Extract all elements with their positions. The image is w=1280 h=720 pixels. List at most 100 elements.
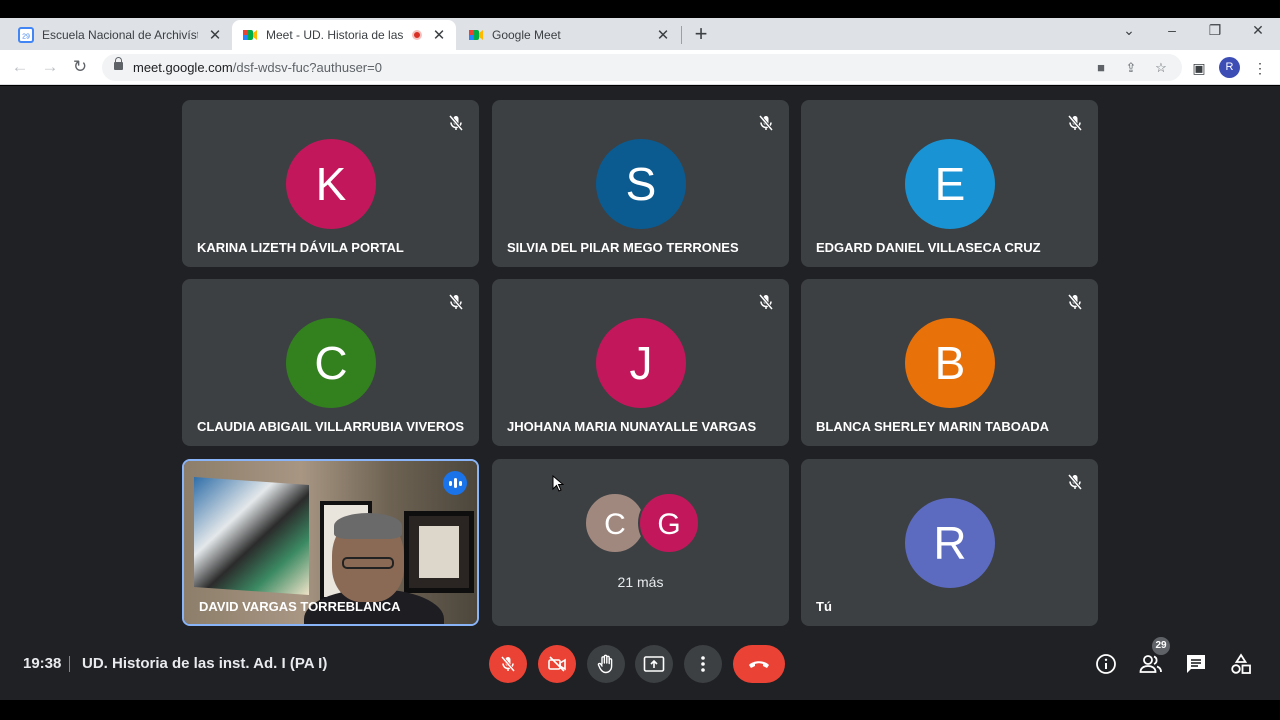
- divider: [69, 656, 70, 672]
- avatar: R: [905, 498, 995, 588]
- mouse-cursor-icon: [552, 475, 564, 492]
- camera-icon[interactable]: ■: [1092, 59, 1110, 77]
- camera-off-icon: [548, 656, 566, 672]
- tab-google-meet[interactable]: Google Meet ✕: [458, 20, 680, 50]
- meet-logo-icon: [468, 27, 484, 43]
- more-participants-label: 21 más: [617, 574, 664, 590]
- profile-avatar[interactable]: R: [1219, 57, 1240, 78]
- hang-up-icon: [749, 661, 769, 668]
- speaking-indicator-icon: [443, 471, 467, 495]
- letterbox-top: [0, 0, 1280, 18]
- mic-off-icon: [500, 656, 516, 672]
- side-panel-icon[interactable]: ▣: [1189, 58, 1209, 78]
- background-painting: [194, 476, 309, 596]
- url-text[interactable]: meet.google.com/dsf-wdsv-fuc?authuser=0: [133, 60, 382, 75]
- activities-button[interactable]: [1228, 651, 1254, 677]
- camera-toggle-button[interactable]: [538, 645, 576, 683]
- kebab-menu-icon: [701, 656, 705, 672]
- tab-meet-active[interactable]: Meet - UD. Historia de las inst. ✕: [232, 20, 456, 50]
- new-tab-button[interactable]: +: [692, 23, 710, 45]
- speaker-hair: [334, 513, 402, 539]
- avatar: J: [596, 318, 686, 408]
- tab-title: Meet - UD. Historia de las inst.: [266, 28, 406, 42]
- participant-name: BLANCA SHERLEY MARIN TABOADA: [816, 419, 1050, 434]
- participant-tile[interactable]: S SILVIA DEL PILAR MEGO TERRONES: [492, 100, 789, 267]
- participant-name: KARINA LIZETH DÁVILA PORTAL: [197, 240, 404, 255]
- chat-button[interactable]: [1183, 651, 1209, 677]
- url-path: /dsf-wdsv-fuc?authuser=0: [232, 60, 382, 75]
- reload-icon[interactable]: ↻: [69, 56, 91, 78]
- close-tab-icon[interactable]: ✕: [656, 26, 670, 44]
- tab-divider: [681, 26, 682, 44]
- leave-call-button[interactable]: [733, 645, 785, 683]
- meet-logo-icon: [242, 27, 258, 43]
- avatar: C: [584, 492, 646, 554]
- back-arrow-icon[interactable]: ←: [9, 56, 31, 78]
- meet-stage: K KARINA LIZETH DÁVILA PORTAL S SILVIA D…: [0, 86, 1280, 700]
- participant-tile[interactable]: J JHOHANA MARIA NUNAYALLE VARGAS: [492, 279, 789, 446]
- present-screen-button[interactable]: [635, 645, 673, 683]
- participant-name: JHOHANA MARIA NUNAYALLE VARGAS: [507, 419, 757, 434]
- meeting-clock: 19:38: [23, 655, 62, 672]
- raise-hand-button[interactable]: [587, 645, 625, 683]
- active-speaker-tile[interactable]: DAVID VARGAS TORREBLANCA: [182, 459, 479, 626]
- minimize-button[interactable]: –: [1162, 22, 1182, 38]
- tab-search-icon[interactable]: ⌄: [1119, 22, 1139, 39]
- participant-name: EDGARD DANIEL VILLASECA CRUZ: [816, 240, 1041, 255]
- menu-kebab-icon[interactable]: ⋮: [1250, 58, 1270, 78]
- mic-off-icon: [758, 294, 774, 310]
- close-tab-icon[interactable]: ✕: [208, 26, 222, 44]
- avatar: C: [286, 318, 376, 408]
- url-host: meet.google.com: [133, 60, 233, 75]
- bookmark-star-icon[interactable]: ☆: [1152, 59, 1170, 77]
- letterbox-bottom: [0, 700, 1280, 720]
- tab-escuela[interactable]: 29 Escuela Nacional de Archivística ✕: [8, 20, 232, 50]
- restore-button[interactable]: ❐: [1205, 22, 1225, 39]
- mic-off-icon: [758, 115, 774, 131]
- avatar: S: [596, 139, 686, 229]
- close-window-button[interactable]: ✕: [1248, 22, 1268, 39]
- browser-tab-strip: 29 Escuela Nacional de Archivística ✕ Me…: [0, 18, 1280, 50]
- tab-title: Google Meet: [492, 28, 561, 42]
- calendar-icon: 29: [18, 27, 34, 43]
- participant-tile[interactable]: K KARINA LIZETH DÁVILA PORTAL: [182, 100, 479, 267]
- avatar: B: [905, 318, 995, 408]
- more-options-button[interactable]: [684, 645, 722, 683]
- people-icon: [1139, 655, 1162, 673]
- activities-shapes-icon: [1231, 653, 1251, 674]
- participant-tile[interactable]: C CLAUDIA ABIGAIL VILLARRUBIA VIVEROS: [182, 279, 479, 446]
- share-icon[interactable]: ⇪: [1122, 59, 1140, 77]
- participant-tile[interactable]: B BLANCA SHERLEY MARIN TABOADA: [801, 279, 1098, 446]
- mic-off-icon: [1067, 294, 1083, 310]
- participant-name: Tú: [816, 599, 832, 614]
- info-icon: [1096, 654, 1116, 674]
- mic-off-icon: [448, 115, 464, 131]
- participant-name: DAVID VARGAS TORREBLANCA: [199, 599, 401, 614]
- more-participants-tile[interactable]: C G 21 más: [492, 459, 789, 626]
- speaker-glasses: [342, 557, 394, 569]
- participant-tile[interactable]: E EDGARD DANIEL VILLASECA CRUZ: [801, 100, 1098, 267]
- avatar: G: [638, 492, 700, 554]
- avatar: E: [905, 139, 995, 229]
- meeting-title: UD. Historia de las inst. Ad. I (PA I): [82, 655, 328, 672]
- tab-title: Escuela Nacional de Archivística: [42, 28, 198, 42]
- browser-toolbar: ← → ↻ meet.google.com/dsf-wdsv-fuc?authu…: [0, 50, 1280, 85]
- participant-name: CLAUDIA ABIGAIL VILLARRUBIA VIVEROS: [197, 419, 464, 434]
- avatar: K: [286, 139, 376, 229]
- self-tile[interactable]: R Tú: [801, 459, 1098, 626]
- close-tab-icon[interactable]: ✕: [432, 26, 446, 44]
- address-bar[interactable]: meet.google.com/dsf-wdsv-fuc?authuser=0 …: [102, 54, 1182, 81]
- recording-indicator-icon: [412, 30, 422, 40]
- participant-count-badge: 29: [1152, 637, 1170, 655]
- participant-name: SILVIA DEL PILAR MEGO TERRONES: [507, 240, 739, 255]
- background-frame: [404, 511, 474, 593]
- mic-off-icon: [1067, 115, 1083, 131]
- lock-icon: [114, 57, 123, 70]
- mic-off-icon: [448, 294, 464, 310]
- hand-icon: [597, 654, 613, 674]
- meeting-details-button[interactable]: [1093, 651, 1119, 677]
- mic-off-icon: [1067, 474, 1083, 490]
- microphone-toggle-button[interactable]: [489, 645, 527, 683]
- forward-arrow-icon[interactable]: →: [39, 56, 61, 78]
- svg-text:29: 29: [22, 34, 30, 41]
